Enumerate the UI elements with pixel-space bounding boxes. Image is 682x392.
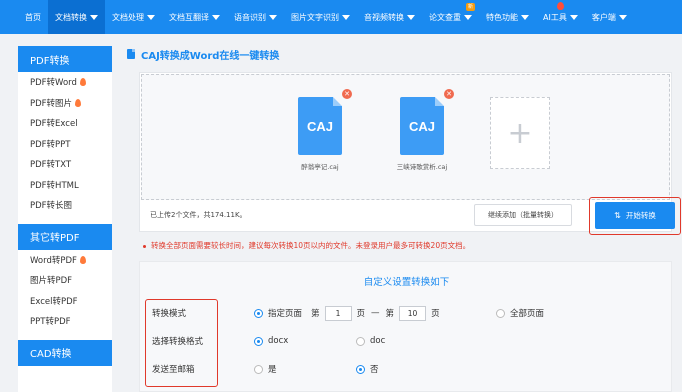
nav-features[interactable]: 特色功能: [479, 0, 536, 34]
file-card: CAJ ✕ 醉翁亭记.caj: [290, 89, 352, 171]
chevron-down-icon: [521, 14, 529, 20]
flame-icon: [557, 2, 565, 10]
email-no-option[interactable]: 否: [356, 363, 379, 375]
sidebar-heading: CAD转换: [18, 339, 112, 366]
sidebar-item-pdf-txt[interactable]: PDF转TXT: [18, 154, 112, 175]
nav-ai-tools[interactable]: AI工具: [536, 0, 585, 34]
batch-add-button[interactable]: 继续添加（批量转换）: [474, 204, 572, 226]
radio-unchecked[interactable]: [254, 364, 263, 374]
email-yes-option[interactable]: 是: [254, 363, 277, 375]
nav-plagiarism[interactable]: 论文查重新: [422, 0, 479, 34]
bullet-icon: [143, 244, 146, 248]
sidebar-group-pdf: PDF转换 PDF转Word PDF转图片 PDF转Excel PDF转PPT …: [18, 46, 112, 216]
nav-ocr[interactable]: 图片文字识别: [284, 0, 357, 34]
sidebar-item-pdf-ppt[interactable]: PDF转PPT: [18, 134, 112, 155]
format-doc-option[interactable]: doc: [356, 336, 385, 346]
flame-icon: [75, 98, 82, 107]
radio-unchecked[interactable]: [496, 308, 505, 318]
sidebar-item-pdf-image[interactable]: PDF转图片: [18, 93, 112, 114]
settings-title: 自定义设置转换如下: [363, 277, 450, 288]
chevron-down-icon: [269, 14, 277, 20]
start-convert-button[interactable]: ⇅ 开始转换: [595, 202, 675, 229]
row-output-format: 选择转换格式 docx doc: [140, 331, 673, 351]
nav-speech[interactable]: 语音识别: [227, 0, 284, 34]
sidebar-item-ppt-pdf[interactable]: PPT转PDF: [18, 311, 112, 332]
flame-icon: [79, 255, 86, 264]
sidebar-item-excel-pdf[interactable]: Excel转PDF: [18, 291, 112, 312]
sidebar-heading: 其它转PDF: [18, 223, 112, 250]
upload-panel: CAJ ✕ 醉翁亭记.caj CAJ ✕ 三峡诗歌赏析.caj + 已上传2个文…: [139, 72, 681, 235]
caj-file-icon: CAJ: [298, 97, 342, 155]
row-send-email: 发送至邮箱 是 否: [140, 359, 673, 379]
mode-all-option[interactable]: 全部页面: [496, 307, 544, 319]
remove-file-button[interactable]: ✕: [444, 89, 454, 99]
chevron-down-icon: [212, 14, 220, 20]
swap-icon: ⇅: [614, 211, 621, 220]
radio-unchecked[interactable]: [356, 336, 365, 346]
nav-doc-process[interactable]: 文档处理: [105, 0, 162, 34]
caj-file-icon: CAJ: [400, 97, 444, 155]
radio-checked[interactable]: [254, 336, 263, 346]
file-drop-zone[interactable]: CAJ ✕ 醉翁亭记.caj CAJ ✕ 三峡诗歌赏析.caj +: [141, 74, 670, 200]
row-conversion-mode: 转换模式 指定页面 第 1 页 — 第 10 页 全部页面: [140, 303, 673, 323]
nav-doc-convert[interactable]: 文档转换: [48, 0, 105, 34]
format-docx-option[interactable]: docx: [254, 336, 288, 346]
add-file-button[interactable]: +: [490, 97, 550, 169]
plus-icon: +: [507, 115, 533, 151]
file-name: 醉翁亭记.caj: [301, 163, 339, 171]
nav-av[interactable]: 音视频转换: [357, 0, 422, 34]
page-title: CAJ转换成Word在线一键转换: [127, 46, 673, 62]
conversion-notice: 转换全部页面需要较长时间，建议每次转换10页以内的文件。未登录用户最多可转换20…: [143, 240, 470, 251]
page-from-input[interactable]: 1: [324, 305, 352, 321]
document-icon: [127, 49, 135, 59]
upload-summary: 已上传2个文件，共174.11K。: [150, 211, 247, 219]
chevron-down-icon: [407, 14, 415, 20]
nav-doc-translate[interactable]: 文档互翻译: [162, 0, 227, 34]
mode-range-option[interactable]: 指定页面 第 1 页 — 第 10 页: [254, 305, 440, 321]
chevron-down-icon: [464, 14, 472, 20]
file-name: 三峡诗歌赏析.caj: [396, 163, 448, 171]
nav-client[interactable]: 客户端: [585, 0, 634, 34]
chevron-down-icon: [618, 14, 627, 20]
radio-checked[interactable]: [254, 308, 263, 318]
flame-icon: [79, 78, 86, 87]
chevron-down-icon: [342, 14, 350, 20]
chevron-down-icon: [569, 14, 578, 20]
radio-checked[interactable]: [356, 364, 365, 374]
sidebar-item-pdf-excel[interactable]: PDF转Excel: [18, 113, 112, 134]
file-card: CAJ ✕ 三峡诗歌赏析.caj: [392, 89, 454, 171]
remove-file-button[interactable]: ✕: [342, 89, 352, 99]
sidebar: PDF转换 PDF转Word PDF转图片 PDF转Excel PDF转PPT …: [18, 46, 112, 392]
top-nav: 首页 文档转换 文档处理 文档互翻译 语音识别 图片文字识别 音视频转换 论文查…: [0, 0, 682, 34]
sidebar-item-image-pdf[interactable]: 图片转PDF: [18, 270, 112, 291]
sidebar-item-word-pdf[interactable]: Word转PDF: [18, 250, 112, 271]
sidebar-group-cad: CAD转换: [18, 339, 112, 366]
chevron-down-icon: [147, 14, 155, 20]
main-content: CAJ转换成Word在线一键转换 CAJ ✕ 醉翁亭记.caj CAJ ✕ 三峡…: [127, 46, 681, 392]
sidebar-item-pdf-longimage[interactable]: PDF转长图: [18, 195, 112, 216]
page-to-input[interactable]: 10: [399, 305, 427, 321]
chevron-down-icon: [90, 14, 98, 20]
new-badge: 新: [465, 3, 475, 11]
nav-home[interactable]: 首页: [18, 0, 48, 34]
sidebar-item-pdf-word[interactable]: PDF转Word: [18, 72, 112, 93]
labels-highlight: [145, 299, 218, 387]
sidebar-heading: PDF转换: [18, 46, 112, 72]
settings-panel: 自定义设置转换如下 转换模式 指定页面 第 1 页 — 第 10 页 全部页面 …: [139, 261, 672, 392]
sidebar-group-to-pdf: 其它转PDF Word转PDF 图片转PDF Excel转PDF PPT转PDF: [18, 223, 112, 332]
sidebar-item-pdf-html[interactable]: PDF转HTML: [18, 175, 112, 196]
